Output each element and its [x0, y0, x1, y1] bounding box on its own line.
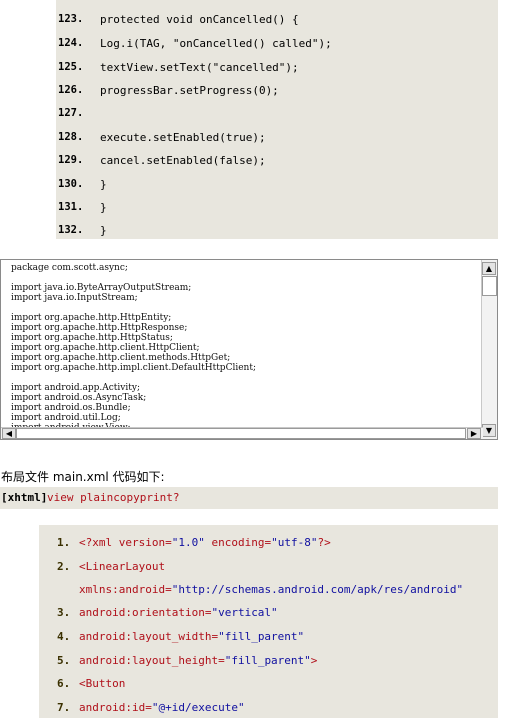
source-line: import org.apache.http.client.methods.Ht…	[11, 353, 231, 363]
vertical-scrollbar[interactable]: ▲ ▼	[481, 260, 497, 439]
xml-tag-token: android:layout_width=	[79, 630, 219, 643]
source-line: import org.apache.http.HttpEntity;	[11, 313, 172, 323]
line-number: 123.	[58, 13, 84, 25]
line-number: 130.	[58, 178, 84, 190]
xml-value-token: "fill_parent"	[224, 654, 311, 667]
source-line	[11, 273, 256, 283]
line-number: 3.	[57, 606, 71, 619]
xml-value-token: "utf-8"	[271, 536, 318, 549]
source-line: import java.io.InputStream;	[11, 293, 138, 303]
xml-tag-token: >	[310, 654, 318, 667]
source-line: import java.io.ByteArrayOutputStream;	[11, 283, 192, 293]
scroll-right-button[interactable]: ▶	[467, 428, 481, 439]
source-line: import android.app.Activity;	[11, 383, 140, 393]
xml-value-token: "http://schemas.android.com/apk/res/andr…	[171, 583, 464, 596]
xml-value-token: "@+id/execute"	[151, 701, 245, 714]
line-number: 131.	[58, 201, 84, 213]
line-number: 5.	[57, 654, 71, 667]
line-number: 128.	[58, 131, 84, 143]
line-number: 6.	[57, 677, 71, 690]
source-line: import org.apache.http.HttpResponse;	[11, 323, 188, 333]
xml-tag-token: <?	[79, 536, 93, 549]
view-plain-copy-print-links[interactable]: view plaincopyprint?	[47, 487, 179, 509]
line-code: xmlns:android="http://schemas.android.co…	[79, 583, 463, 596]
line-code: }	[100, 201, 107, 214]
source-line	[11, 373, 256, 383]
xml-tag-token: :android=	[112, 583, 172, 596]
line-code: <LinearLayout	[79, 560, 165, 573]
xml-code-block: 1. <?xml version="1.0" encoding="utf-8"?>…	[39, 525, 498, 718]
line-number: 126.	[58, 84, 84, 96]
line-code: textView.setText("cancelled");	[100, 61, 299, 74]
line-code: cancel.setEnabled(false);	[100, 154, 266, 167]
source-code-text: package com.scott.async; import java.io.…	[11, 263, 256, 439]
source-line: package com.scott.async;	[11, 263, 128, 273]
language-label: [xhtml]	[1, 491, 48, 504]
source-line: import android.os.Bundle;	[11, 403, 131, 413]
line-number: 2.	[57, 560, 71, 573]
line-number: 129.	[58, 154, 84, 166]
layout-file-caption: 布局文件 main.xml 代码如下:	[1, 468, 165, 485]
line-code: <?xml version="1.0" encoding="utf-8"?>	[79, 536, 331, 549]
line-code: android:id="@+id/execute"	[79, 701, 245, 714]
line-number: 127.	[58, 107, 84, 119]
line-number: 132.	[58, 224, 84, 236]
xml-tag-token: xml	[92, 536, 113, 549]
xml-tag-token: android:layout_height=	[79, 654, 225, 667]
xml-tag-token: <Button	[79, 677, 126, 690]
xml-value-token: "fill_parent"	[218, 630, 305, 643]
xml-value-token: "vertical"	[211, 606, 278, 619]
line-code: execute.setEnabled(true);	[100, 131, 266, 144]
code-toolbar: [xhtml] view plaincopyprint?	[0, 487, 498, 509]
scroll-up-button[interactable]: ▲	[482, 262, 496, 275]
horizontal-scrollbar[interactable]: ◀ ▶	[1, 427, 483, 439]
source-scroll-panel[interactable]: package com.scott.async; import java.io.…	[0, 259, 498, 440]
line-code: }	[100, 224, 107, 237]
source-line: import org.apache.http.HttpStatus;	[11, 333, 173, 343]
xml-tag-token: version=	[112, 536, 172, 549]
xml-tag-token: <LinearLayout	[79, 560, 166, 573]
xml-tag-token: xmlns	[79, 583, 113, 596]
xml-tag-token: ?>	[317, 536, 331, 549]
xml-tag-token: android:orientation=	[79, 606, 212, 619]
source-line: import org.apache.http.impl.client.Defau…	[11, 363, 256, 373]
xml-tag-token: encoding=	[204, 536, 272, 549]
line-number: 125.	[58, 61, 84, 73]
line-number: 4.	[57, 630, 71, 643]
scroll-down-button[interactable]: ▼	[482, 424, 496, 437]
line-code: <Button	[79, 677, 125, 690]
vertical-scroll-thumb[interactable]	[482, 276, 497, 296]
line-code: android:layout_width="fill_parent"	[79, 630, 304, 643]
line-number: 1.	[57, 536, 71, 549]
line-code: android:layout_height="fill_parent">	[79, 654, 317, 667]
line-number: 7.	[57, 701, 71, 714]
line-number: 124.	[58, 37, 84, 49]
xml-tag-token: android:id=	[79, 701, 152, 714]
caption-text: 布局文件 main.xml 代码如下:	[1, 470, 165, 484]
horizontal-scroll-thumb[interactable]	[16, 428, 466, 439]
xml-value-token: "1.0"	[171, 536, 205, 549]
source-line	[11, 303, 256, 313]
line-code: Log.i(TAG, "onCancelled() called");	[100, 37, 332, 50]
java-code-block: 123. protected void onCancelled() { 124. Lo…	[56, 0, 498, 239]
line-code: }	[100, 178, 107, 191]
scroll-left-button[interactable]: ◀	[2, 428, 16, 439]
source-line: import org.apache.http.client.HttpClient…	[11, 343, 200, 353]
line-code: android:orientation="vertical"	[79, 606, 278, 619]
line-code: progressBar.setProgress(0);	[100, 84, 279, 97]
source-line: import android.util.Log;	[11, 413, 121, 423]
line-code: protected void onCancelled() {	[100, 13, 299, 26]
source-line: import android.os.AsyncTask;	[11, 393, 147, 403]
